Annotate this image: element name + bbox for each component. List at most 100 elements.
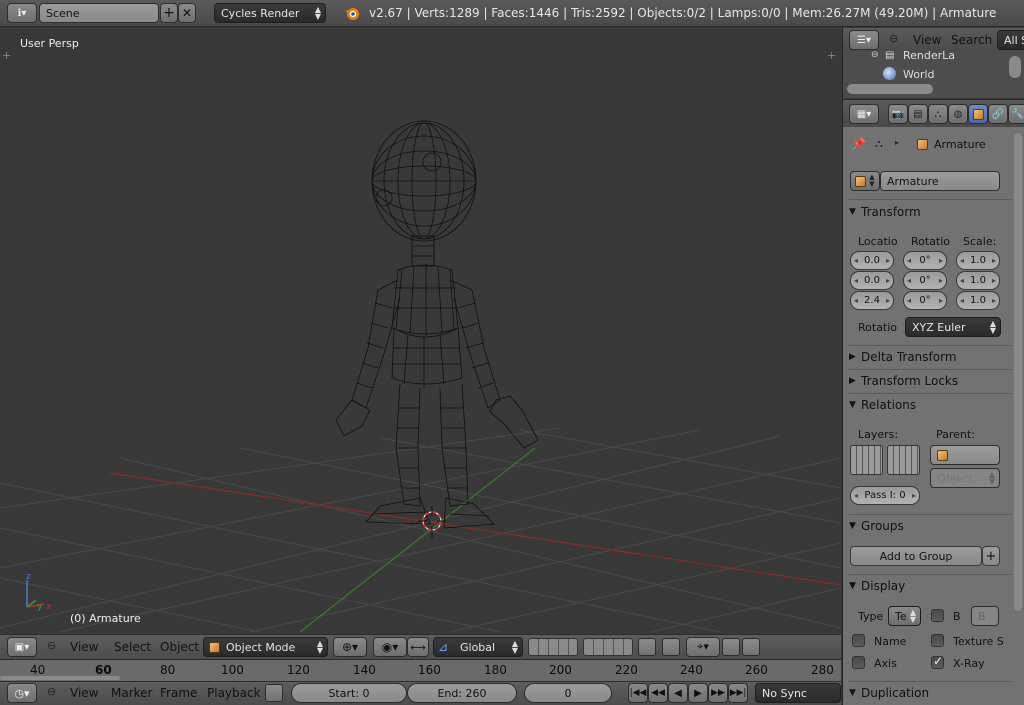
region-plus-icon[interactable]: + (2, 49, 11, 62)
menu-frame[interactable]: Frame (160, 686, 197, 700)
updown-arrows-icon: ▲ ▼ (909, 608, 916, 624)
show-name-checkbox[interactable] (852, 634, 865, 647)
editor-type-button[interactable]: ▣▾ (7, 637, 37, 657)
add-to-group-button[interactable]: Add to Group (850, 546, 982, 566)
render-animation-button[interactable] (742, 638, 760, 656)
outliner-item-renderlayers[interactable]: RenderLa (903, 49, 955, 59)
show-axis-checkbox[interactable] (852, 656, 865, 669)
snap-select[interactable]: ⌖▾ (686, 637, 720, 657)
object-layers-grid[interactable] (850, 445, 883, 475)
mode-select[interactable]: Object Mode ▲ ▼ (203, 637, 328, 657)
rotation-x-field[interactable]: 0° (903, 251, 947, 270)
collapse-menu-icon[interactable]: ⊖ (889, 32, 898, 45)
texture-space-checkbox[interactable] (931, 634, 944, 647)
pivot-point-select[interactable]: ◉▾ (373, 637, 407, 657)
new-group-button[interactable]: + (982, 546, 1000, 566)
proportional-edit-button[interactable] (662, 638, 680, 656)
play-button[interactable]: ▶ (688, 683, 708, 703)
pass-index-field[interactable]: Pass I: 0 (850, 486, 920, 505)
manipulator-toggle[interactable]: ⟷ (407, 637, 429, 657)
bounds-type-select[interactable]: B (971, 606, 999, 626)
delete-scene-button[interactable]: ✕ (178, 3, 196, 23)
panel-duplication-header[interactable]: ▼ Duplication (849, 682, 1011, 704)
outliner-h-scrollbar[interactable] (847, 84, 933, 94)
xray-checkbox[interactable]: ✓ (931, 654, 944, 669)
scene-layers-grid-2[interactable] (583, 638, 633, 656)
timeline-scrollbar[interactable] (0, 676, 120, 680)
panel-groups-header[interactable]: ▼ Groups (849, 515, 1011, 537)
panel-relations-header[interactable]: ▼ Relations (849, 394, 1011, 416)
parent-type-select[interactable]: Object ▲ ▼ (930, 468, 1000, 488)
parent-field[interactable] (930, 445, 1000, 465)
location-x-field[interactable]: 0.0 (850, 251, 894, 270)
editor-type-button[interactable]: ▦▾ (849, 104, 879, 124)
location-y-field[interactable]: 0.0 (850, 271, 894, 290)
menu-object[interactable]: Object (160, 640, 199, 654)
rotation-mode-select[interactable]: XYZ Euler ▲ ▼ (905, 317, 1001, 337)
end-frame-field[interactable]: End: 260 (407, 683, 517, 703)
start-frame-field[interactable]: Start: 0 (291, 683, 407, 703)
transform-orientation-select[interactable]: ⊿ Global ▲ ▼ (433, 637, 523, 657)
menu-view[interactable]: View (70, 686, 98, 700)
render-still-button[interactable] (722, 638, 740, 656)
panel-delta-transform-header[interactable]: ▶ Delta Transform (849, 346, 1011, 368)
tab-modifiers[interactable]: 🔧 (1008, 104, 1024, 124)
render-engine-select[interactable]: Cycles Render ▲ ▼ (214, 3, 326, 23)
panel-transform-header[interactable]: ▼ Transform (849, 201, 1011, 223)
scale-z-field[interactable]: 1.0 (956, 291, 1000, 310)
collapse-menu-icon[interactable]: ⊖ (47, 639, 56, 652)
panel-display-header[interactable]: ▼ Display (849, 575, 1011, 597)
lock-layers-button[interactable] (638, 638, 656, 656)
tab-render-layers[interactable]: ▤ (908, 104, 928, 124)
menu-playback[interactable]: Playback (207, 686, 261, 700)
expand-icon[interactable]: ⊖ (871, 50, 879, 60)
viewport-shading-select[interactable]: ⊕▾ (333, 637, 367, 657)
tab-constraints[interactable]: 🔗 (988, 104, 1008, 124)
play-reverse-button[interactable]: ◀ (668, 683, 688, 703)
tab-render[interactable]: 📷 (888, 104, 908, 124)
rotation-y-field[interactable]: 0° (903, 271, 947, 290)
scene-name-field[interactable]: Scene (39, 3, 159, 23)
current-frame-field[interactable]: 0 (524, 683, 612, 703)
jump-keyframe-forward-button[interactable]: ▶▶ (708, 683, 728, 703)
jump-start-button[interactable]: |◀◀ (628, 683, 648, 703)
outliner-scrollbar[interactable] (1009, 56, 1021, 78)
location-z-field[interactable]: 2.4 (850, 291, 894, 310)
menu-view[interactable]: View (913, 33, 941, 47)
scene-layers-grid[interactable] (528, 638, 578, 656)
pin-icon[interactable]: 📌 (851, 137, 866, 151)
panel-transform-title: Transform (861, 205, 921, 219)
jump-keyframe-back-button[interactable]: ◀◀ (648, 683, 668, 703)
tab-world[interactable]: ◍ (948, 104, 968, 124)
object-browse-button[interactable]: ▲ ▼ (850, 171, 880, 191)
object-layers-grid-2[interactable] (887, 445, 920, 475)
3d-viewport[interactable]: z x y + + User Persp (0) Armature (0, 28, 841, 632)
scale-y-field[interactable]: 1.0 (956, 271, 1000, 290)
sync-mode-select[interactable]: No Sync (755, 683, 841, 703)
menu-search[interactable]: Search (951, 33, 992, 47)
scale-x-field[interactable]: 1.0 (956, 251, 1000, 270)
panel-transform-locks-header[interactable]: ▶ Transform Locks (849, 370, 1011, 392)
tab-scene[interactable]: ⛬ (928, 104, 948, 124)
menu-select[interactable]: Select (114, 640, 151, 654)
editor-type-button[interactable]: ◷▾ (7, 683, 37, 703)
preview-range-button[interactable] (265, 684, 283, 702)
rotation-z-field[interactable]: 0° (903, 291, 947, 310)
display-type-select[interactable]: Te ▲ ▼ (888, 606, 921, 626)
outliner-filter-select[interactable]: All S (997, 30, 1024, 50)
collapse-menu-icon[interactable]: ⊖ (47, 685, 56, 698)
properties-scrollbar[interactable] (1014, 133, 1022, 611)
region-plus-icon[interactable]: + (827, 49, 836, 62)
object-name-field[interactable]: Armature (880, 171, 1000, 191)
editor-type-button[interactable]: ℹ▾ (7, 3, 37, 23)
timeline-ruler[interactable]: 40 60 80 100 120 140 160 180 200 220 240… (0, 659, 841, 681)
outliner-item-world[interactable]: World (903, 68, 935, 81)
add-scene-button[interactable]: + (160, 3, 178, 23)
link-icon: 🔗 (991, 108, 1005, 120)
jump-end-button[interactable]: ▶▶| (728, 683, 748, 703)
tab-object[interactable] (968, 104, 988, 124)
editor-type-button[interactable]: ☰▾ (849, 30, 879, 50)
menu-marker[interactable]: Marker (111, 686, 152, 700)
bounds-checkbox[interactable] (931, 609, 944, 622)
menu-view[interactable]: View (70, 640, 98, 654)
